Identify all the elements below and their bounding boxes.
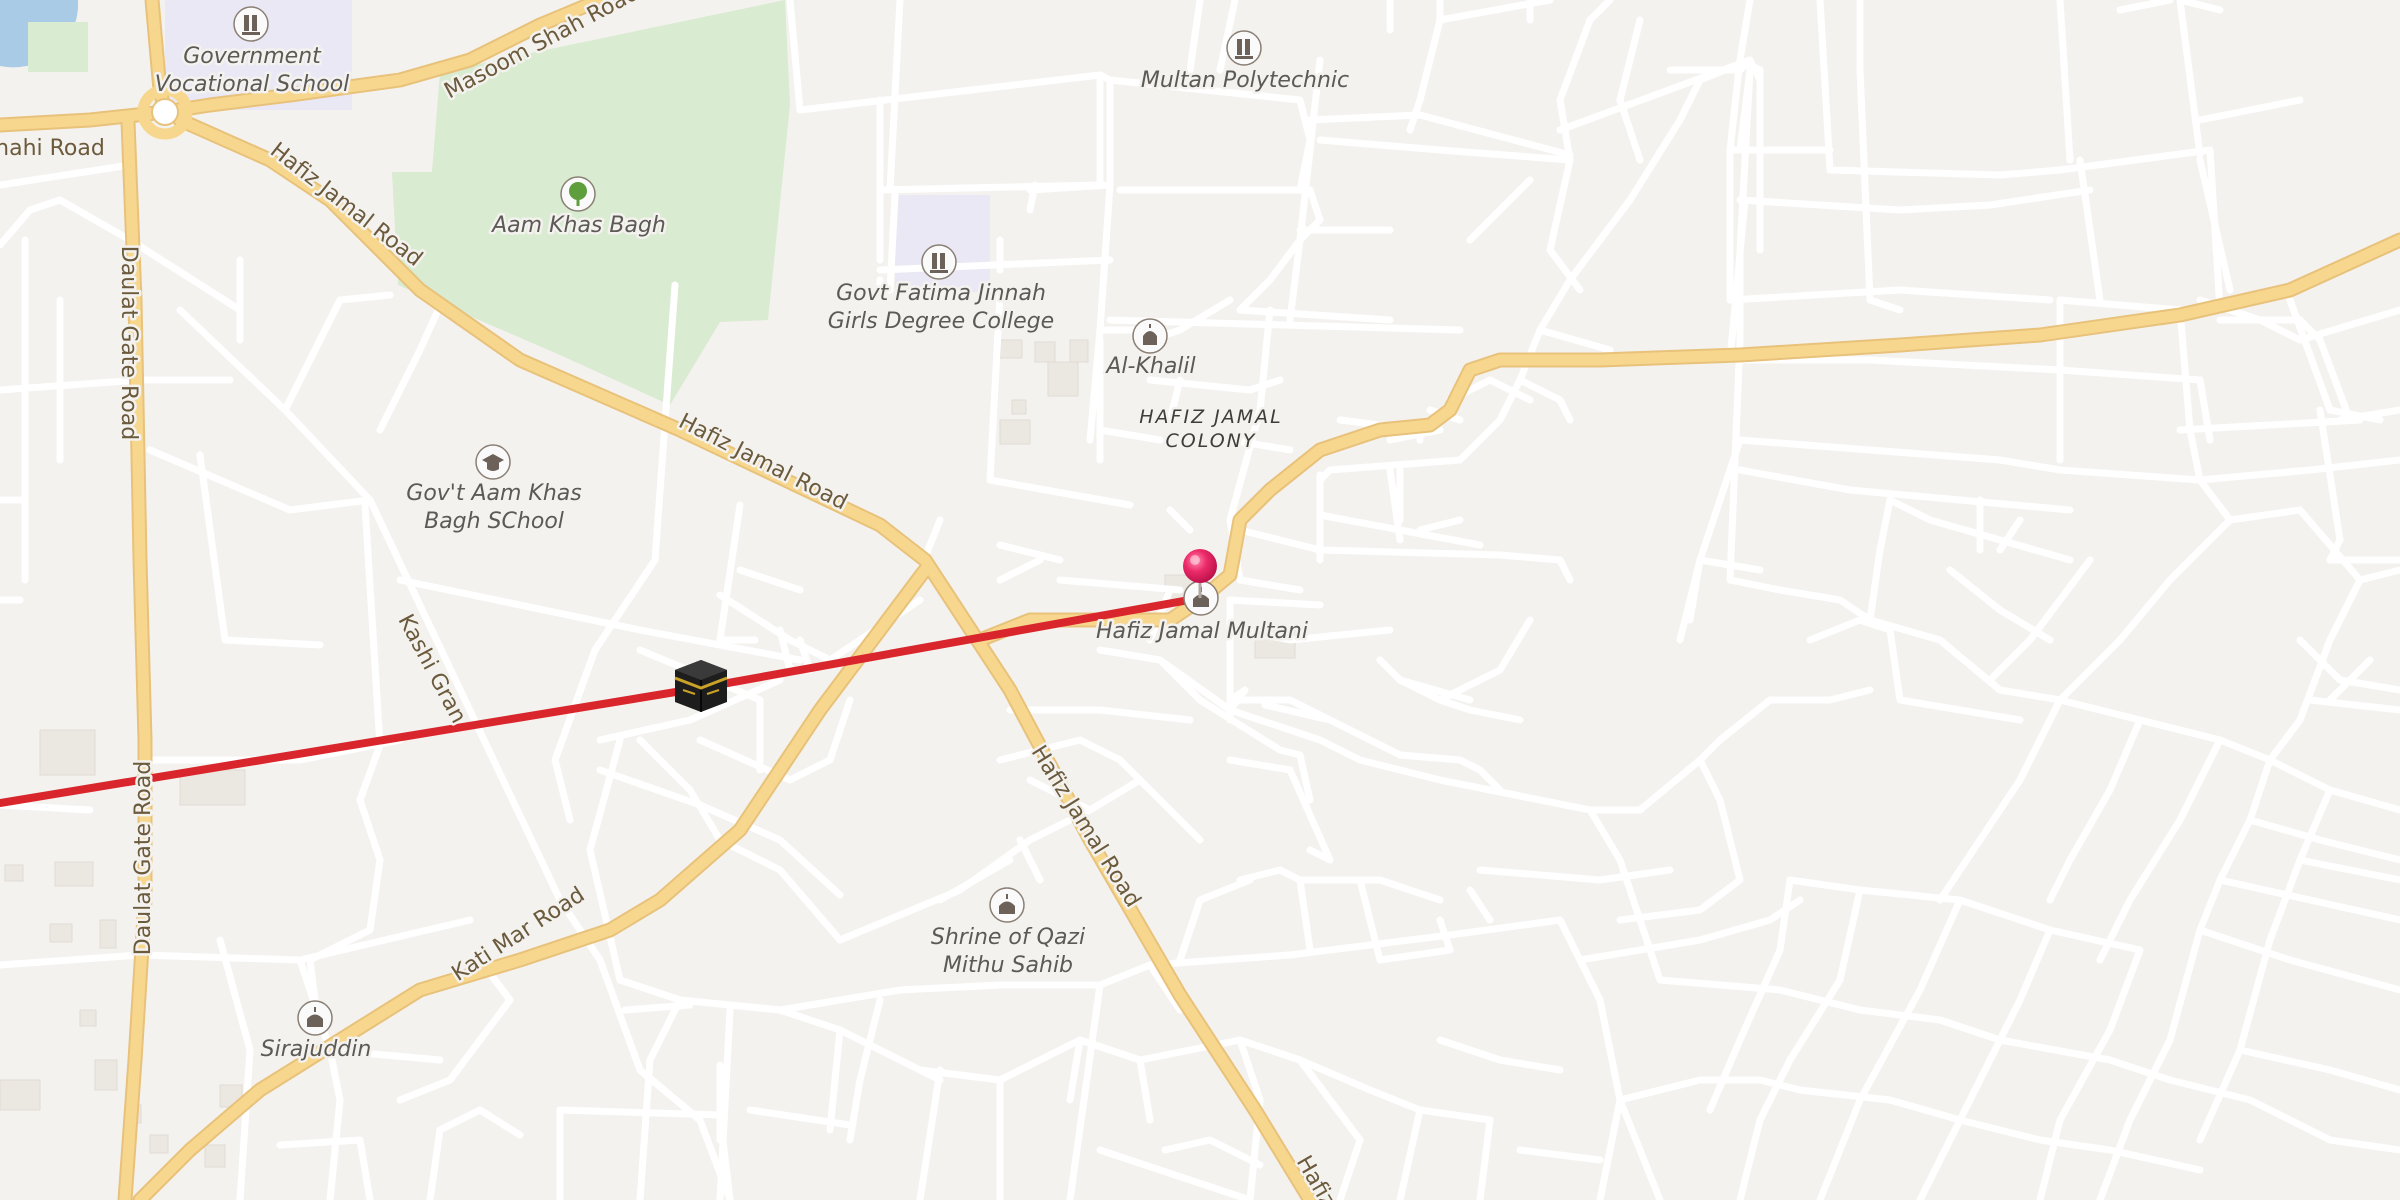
roundabout-center xyxy=(151,98,179,126)
area-label-line1: HAFIZ JAMAL xyxy=(1139,406,1282,428)
poi-label: Hafiz Jamal Multani xyxy=(1096,619,1308,644)
poi-label: Multan Polytechnic xyxy=(1141,68,1349,93)
area-label-line2: COLONY xyxy=(1166,430,1257,452)
school-icon xyxy=(233,6,269,42)
mosque-icon xyxy=(1132,318,1168,354)
road-label-shahi-road: hahi Road xyxy=(0,136,105,161)
tree-icon xyxy=(560,176,596,212)
poi-label-line2: Bagh SChool xyxy=(424,509,564,534)
map-canvas[interactable]: Masoom Shah Road hahi Road Hafiz Jamal R… xyxy=(0,0,2400,1200)
road-label-daulat-gate-1: Daulat Gate Road xyxy=(116,246,141,440)
poi-label: Aam Khas Bagh xyxy=(490,213,666,238)
grass-area xyxy=(28,22,88,72)
poi-label-line1: Shrine of Qazi xyxy=(931,925,1085,950)
poi-label-line2: Vocational School xyxy=(155,72,350,97)
shrine-icon xyxy=(297,1000,333,1036)
shrine-icon xyxy=(989,887,1025,923)
poi-label: Al-Khalil xyxy=(1104,354,1195,379)
school-icon xyxy=(475,444,511,480)
poi-label-line1: Govt Fatima Jinnah xyxy=(836,281,1046,306)
poi-label-line1: Government xyxy=(183,44,322,69)
kaaba-icon[interactable] xyxy=(674,660,728,712)
poi-label-line2: Girls Degree College xyxy=(828,309,1054,334)
road-label-daulat-gate-2: Daulat Gate Road xyxy=(131,761,156,955)
poi-label: Sirajuddin xyxy=(261,1037,372,1062)
poi-label-line1: Gov't Aam Khas xyxy=(406,481,581,506)
poi-label-line2: Mithu Sahib xyxy=(943,953,1073,978)
education-icon xyxy=(1226,30,1262,66)
education-icon xyxy=(921,244,957,280)
